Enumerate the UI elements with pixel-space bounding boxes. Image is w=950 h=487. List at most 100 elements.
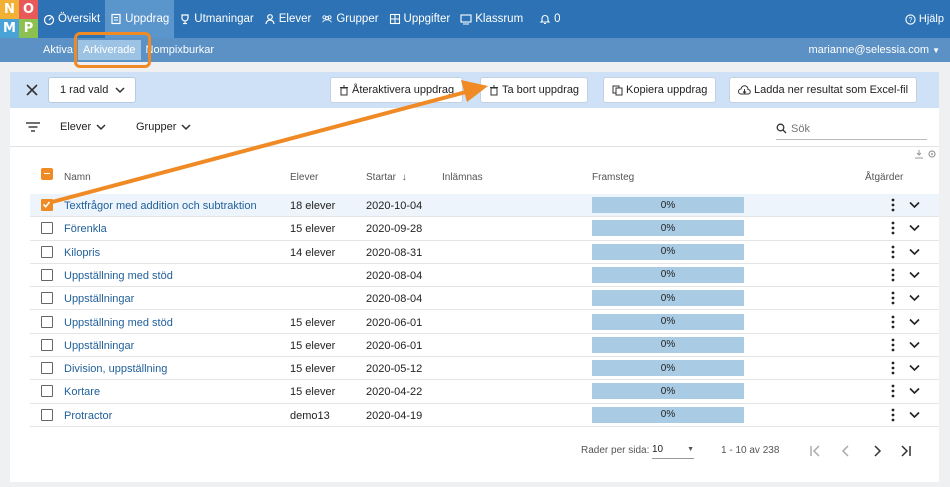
assignment-name-link[interactable]: Uppställning med stöd: [64, 317, 173, 329]
more-options-icon[interactable]: [890, 221, 896, 235]
caret-down-icon: ▼: [932, 45, 940, 55]
table-row[interactable]: Uppställningar 15 elever 2020-06-01 0%: [30, 334, 939, 358]
trophy-icon: [181, 14, 189, 25]
rows-per-page-select[interactable]: 10 ▼: [652, 441, 694, 459]
search-input[interactable]: Sök: [776, 118, 927, 140]
filter-icon[interactable]: [26, 122, 40, 132]
first-page-icon[interactable]: [808, 444, 822, 458]
row-checkbox[interactable]: [41, 199, 53, 211]
table-row[interactable]: Division, uppställning 15 elever 2020-05-1…: [30, 357, 939, 381]
table-row[interactable]: Kilopris 14 elever 2020-08-31 0%: [30, 241, 939, 264]
nomp-logo[interactable]: N O M P: [0, 0, 38, 38]
help-link[interactable]: ? Hjälp: [905, 0, 944, 38]
column-header-students[interactable]: Elever: [290, 172, 318, 183]
more-options-icon[interactable]: [890, 315, 896, 329]
expand-row-icon[interactable]: [909, 224, 920, 232]
nav-item-elever[interactable]: Elever: [259, 0, 317, 38]
table-row[interactable]: Uppställning med stöd 2020-08-04 0%: [30, 264, 939, 288]
pagination-range: 1 - 10 av 238: [721, 445, 780, 456]
more-options-icon[interactable]: [890, 245, 896, 259]
expand-row-icon[interactable]: [909, 387, 920, 395]
expand-row-icon[interactable]: [909, 201, 920, 209]
row-checkbox[interactable]: [41, 292, 53, 305]
previous-page-icon[interactable]: [839, 444, 853, 458]
download-excel-button[interactable]: Ladda ner resultat som Excel-fil: [729, 77, 918, 103]
row-checkbox[interactable]: [41, 315, 53, 328]
table-row[interactable]: Kortare 15 elever 2020-04-22 0%: [30, 380, 939, 404]
row-checkbox[interactable]: [41, 408, 53, 421]
more-options-icon[interactable]: [890, 338, 896, 352]
assignment-name-link[interactable]: Kilopris: [64, 247, 100, 259]
delete-button[interactable]: Ta bort uppdrag: [480, 77, 589, 103]
close-icon[interactable]: [24, 82, 40, 98]
table-row[interactable]: Textfrågor med addition och subtraktion 1…: [30, 194, 939, 218]
nav-item-klassrum[interactable]: Klassrum: [455, 0, 528, 38]
assignment-name-link[interactable]: Protractor: [64, 410, 112, 422]
next-page-icon[interactable]: [870, 444, 884, 458]
progress-bar: 0%: [592, 290, 744, 307]
expand-row-icon[interactable]: [909, 341, 920, 349]
column-header-progress[interactable]: Framsteg: [592, 172, 634, 183]
nav-item-notifications[interactable]: 0: [534, 0, 565, 38]
expand-row-icon[interactable]: [909, 411, 920, 419]
more-options-icon[interactable]: [890, 384, 896, 398]
nav-item-utmaningar[interactable]: Utmaningar: [174, 0, 258, 38]
assignment-name-link[interactable]: Textfrågor med addition och subtraktion: [64, 200, 257, 212]
assignment-name-link[interactable]: Uppställningar: [64, 293, 134, 305]
more-options-icon[interactable]: [890, 408, 896, 422]
groups-filter-dropdown[interactable]: Grupper: [136, 121, 191, 133]
rows-per-page-value: 10: [652, 444, 664, 455]
assignment-name-link[interactable]: Uppställningar: [64, 340, 134, 352]
download-icon[interactable]: [914, 149, 924, 159]
nav-item-label: Klassrum: [475, 13, 524, 25]
progress-bar: 0%: [592, 313, 744, 330]
nav-item-grupper[interactable]: Grupper: [316, 0, 383, 38]
assignment-name-link[interactable]: Division, uppställning: [64, 363, 167, 375]
expand-row-icon[interactable]: [909, 364, 920, 372]
column-header-name[interactable]: Namn: [64, 172, 91, 183]
expand-row-icon[interactable]: [909, 294, 920, 302]
expand-row-icon[interactable]: [909, 248, 920, 256]
selected-rows-label: 1 rad vald: [60, 84, 109, 96]
table-row[interactable]: Uppställningar 2020-08-04 0%: [30, 287, 939, 311]
column-header-due[interactable]: Inlämnas: [442, 172, 483, 183]
row-checkbox[interactable]: [41, 362, 53, 375]
subnav-tab-aktiva[interactable]: Aktiva: [38, 40, 78, 60]
row-checkbox[interactable]: [41, 222, 53, 235]
progress-value: 0%: [660, 222, 676, 234]
column-header-starts[interactable]: Startar ↓: [366, 172, 407, 183]
settings-icon[interactable]: [927, 149, 937, 159]
table-row[interactable]: Förenkla 15 elever 2020-09-28 0%: [30, 217, 939, 241]
reactivate-button[interactable]: Återaktivera uppdrag: [330, 77, 464, 103]
assignment-name-link[interactable]: Förenkla: [64, 223, 107, 235]
progress-value: 0%: [660, 292, 676, 304]
notification-count: 0: [554, 13, 561, 25]
user-menu[interactable]: marianne@selessia.com ▼: [808, 38, 940, 62]
chevron-down-icon: [181, 123, 191, 130]
row-checkbox[interactable]: [41, 245, 53, 258]
expand-row-icon[interactable]: [909, 271, 920, 279]
row-checkbox[interactable]: [41, 338, 53, 351]
expand-row-icon[interactable]: [909, 318, 920, 326]
table-row[interactable]: Uppställning med stöd 15 elever 2020-06-01…: [30, 311, 939, 334]
subnav-tab-nompixburkar[interactable]: Nompixburkar: [141, 40, 219, 60]
table-row[interactable]: Protractor demo13 2020-04-19 0%: [30, 404, 939, 427]
copy-button[interactable]: Kopiera uppdrag: [603, 77, 717, 103]
last-page-icon[interactable]: [899, 444, 913, 458]
nav-item-uppgifter[interactable]: Uppgifter: [384, 0, 456, 38]
assignment-name-link[interactable]: Kortare: [64, 386, 100, 398]
progress-bar: 0%: [592, 266, 744, 283]
row-checkbox[interactable]: [41, 385, 53, 398]
row-checkbox[interactable]: [41, 268, 53, 281]
progress-value: 0%: [660, 199, 676, 211]
more-options-icon[interactable]: [890, 291, 896, 305]
students-filter-dropdown[interactable]: Elever: [60, 121, 106, 133]
selected-rows-dropdown[interactable]: 1 rad vald: [48, 77, 136, 103]
more-options-icon[interactable]: [890, 361, 896, 375]
assignment-name-link[interactable]: Uppställning med stöd: [64, 270, 173, 282]
more-options-icon[interactable]: [890, 198, 896, 212]
minus-icon: [43, 172, 50, 175]
progress-value: 0%: [660, 339, 676, 351]
select-all-checkbox[interactable]: [41, 168, 53, 180]
more-options-icon[interactable]: [890, 268, 896, 282]
